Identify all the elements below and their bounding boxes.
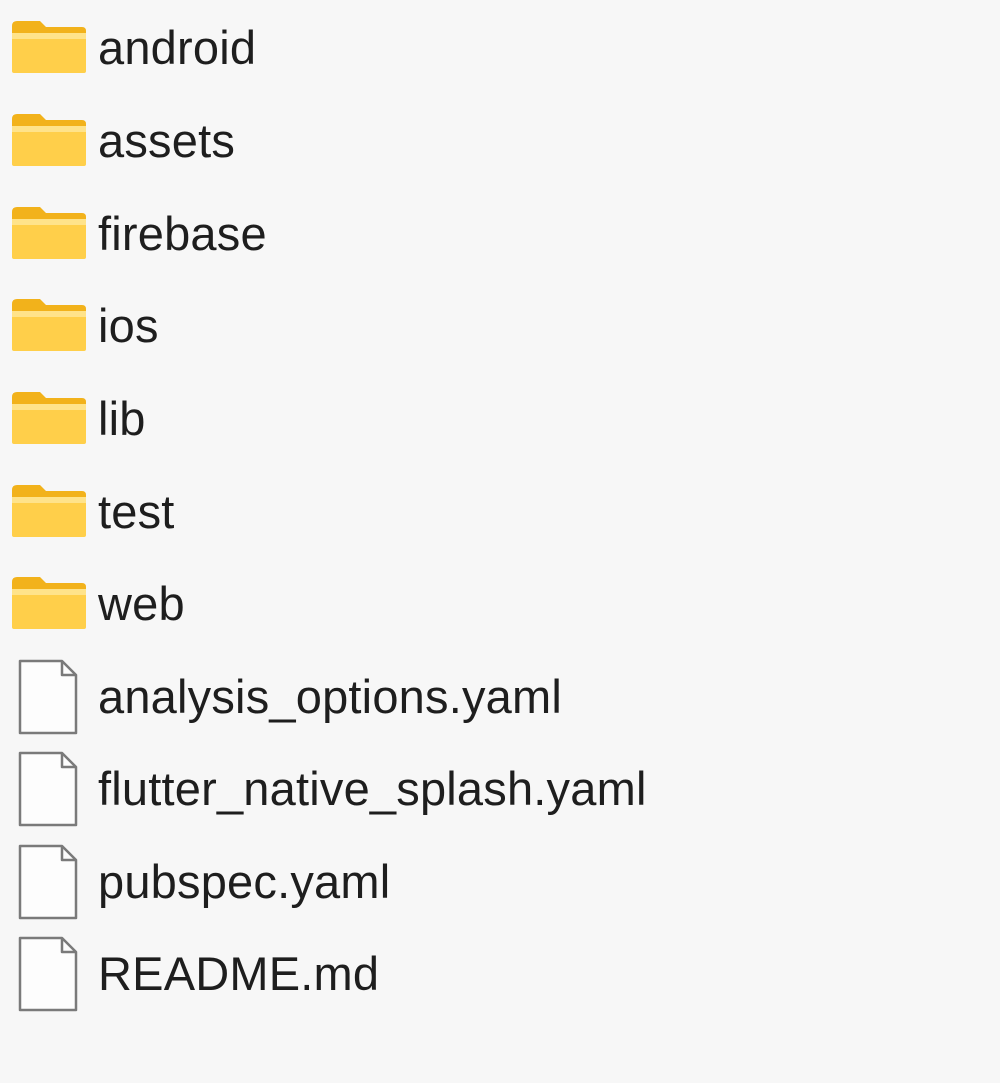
folder-label: lib xyxy=(98,392,146,445)
folder-label: firebase xyxy=(98,207,267,260)
folder-label: ios xyxy=(98,299,159,352)
file-list: android assets firebase ios lib test web… xyxy=(0,0,1000,1083)
folder-item-ios[interactable]: ios xyxy=(0,284,900,368)
folder-item-test[interactable]: test xyxy=(0,470,900,554)
file-label: pubspec.yaml xyxy=(98,855,391,908)
folder-label: test xyxy=(98,485,175,538)
file-item-analysis-options[interactable]: analysis_options.yaml xyxy=(0,655,900,739)
file-label: flutter_native_splash.yaml xyxy=(98,762,647,815)
file-icon xyxy=(10,747,90,831)
folder-icon xyxy=(10,470,90,554)
folder-label: web xyxy=(98,577,185,630)
folder-item-firebase[interactable]: firebase xyxy=(0,192,900,276)
folder-icon xyxy=(10,377,90,461)
folder-icon xyxy=(10,284,90,368)
folder-icon xyxy=(10,99,90,183)
file-label: analysis_options.yaml xyxy=(98,670,562,723)
file-icon xyxy=(10,655,90,739)
file-icon xyxy=(10,932,90,1016)
file-icon xyxy=(10,840,90,924)
folder-item-web[interactable]: web xyxy=(0,562,900,646)
file-label: README.md xyxy=(98,947,380,1000)
folder-item-android[interactable]: android xyxy=(0,6,900,90)
folder-item-lib[interactable]: lib xyxy=(0,377,900,461)
folder-icon xyxy=(10,562,90,646)
folder-item-assets[interactable]: assets xyxy=(0,99,900,183)
folder-icon xyxy=(10,6,90,90)
file-item-pubspec[interactable]: pubspec.yaml xyxy=(0,840,900,924)
folder-icon xyxy=(10,192,90,276)
file-item-flutter-native-splash[interactable]: flutter_native_splash.yaml xyxy=(0,747,900,831)
folder-label: assets xyxy=(98,114,236,167)
folder-label: android xyxy=(98,21,257,74)
file-item-readme[interactable]: README.md xyxy=(0,932,900,1016)
